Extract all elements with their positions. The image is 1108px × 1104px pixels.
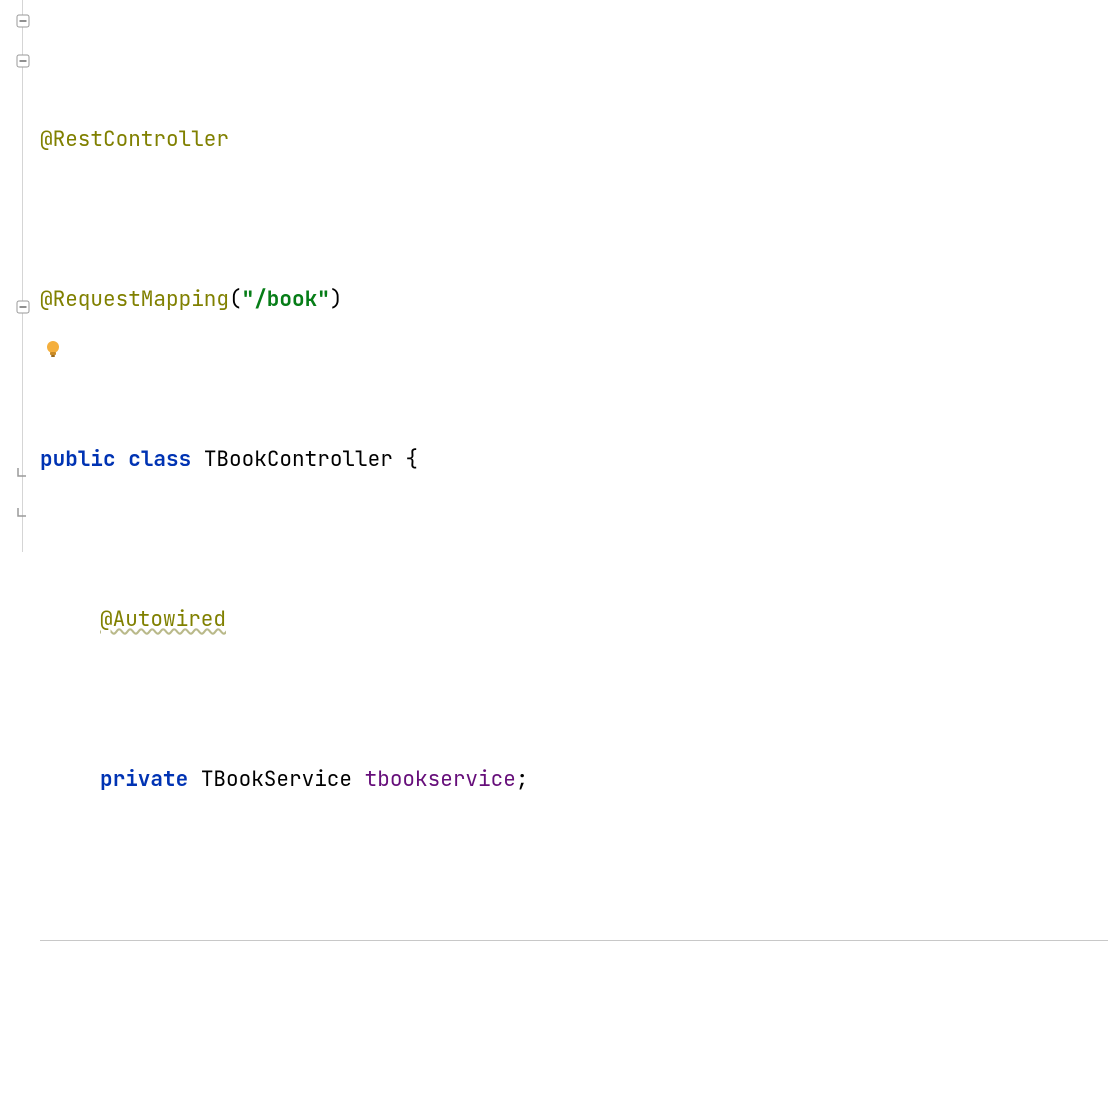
code-line[interactable]: private TBookService tbookservice;	[40, 760, 1108, 800]
keyword: public	[40, 446, 116, 473]
code-line[interactable]: @Autowired	[40, 600, 1108, 640]
class-name: TBookController	[204, 446, 393, 473]
field-name: tbookservice	[365, 766, 516, 793]
code-line[interactable]: public class TBookController {	[40, 440, 1108, 480]
space	[191, 446, 204, 473]
method-separator	[40, 940, 1108, 941]
fold-collapse-icon[interactable]	[16, 14, 30, 28]
fold-end-icon[interactable]	[16, 506, 30, 520]
space	[188, 766, 201, 793]
keyword: class	[128, 446, 191, 473]
code-area[interactable]: @RestController @RequestMapping("/book")…	[36, 0, 1108, 552]
gutter	[0, 0, 36, 552]
string-literal: "/book"	[242, 286, 330, 313]
fold-end-icon[interactable]	[16, 466, 30, 480]
keyword: private	[100, 766, 188, 793]
type: TBookService	[201, 766, 352, 793]
fold-collapse-icon[interactable]	[16, 300, 30, 314]
space	[116, 446, 129, 473]
paren: (	[229, 286, 242, 313]
code-editor[interactable]: @RestController @RequestMapping("/book")…	[0, 0, 1108, 552]
semicolon: ;	[516, 766, 529, 793]
code-line[interactable]: @RequestMapping("/list")	[40, 1100, 1108, 1104]
code-line[interactable]: @RestController	[40, 120, 1108, 160]
annotation: @RequestMapping	[40, 286, 229, 313]
annotation: @Autowired	[100, 606, 226, 633]
code-line[interactable]: @RequestMapping("/book")	[40, 280, 1108, 320]
brace: {	[393, 446, 418, 473]
blank-line-with-separator	[40, 940, 1108, 980]
fold-collapse-icon[interactable]	[16, 54, 30, 68]
paren: )	[330, 286, 343, 313]
space	[352, 766, 365, 793]
annotation: @RestController	[40, 126, 229, 153]
